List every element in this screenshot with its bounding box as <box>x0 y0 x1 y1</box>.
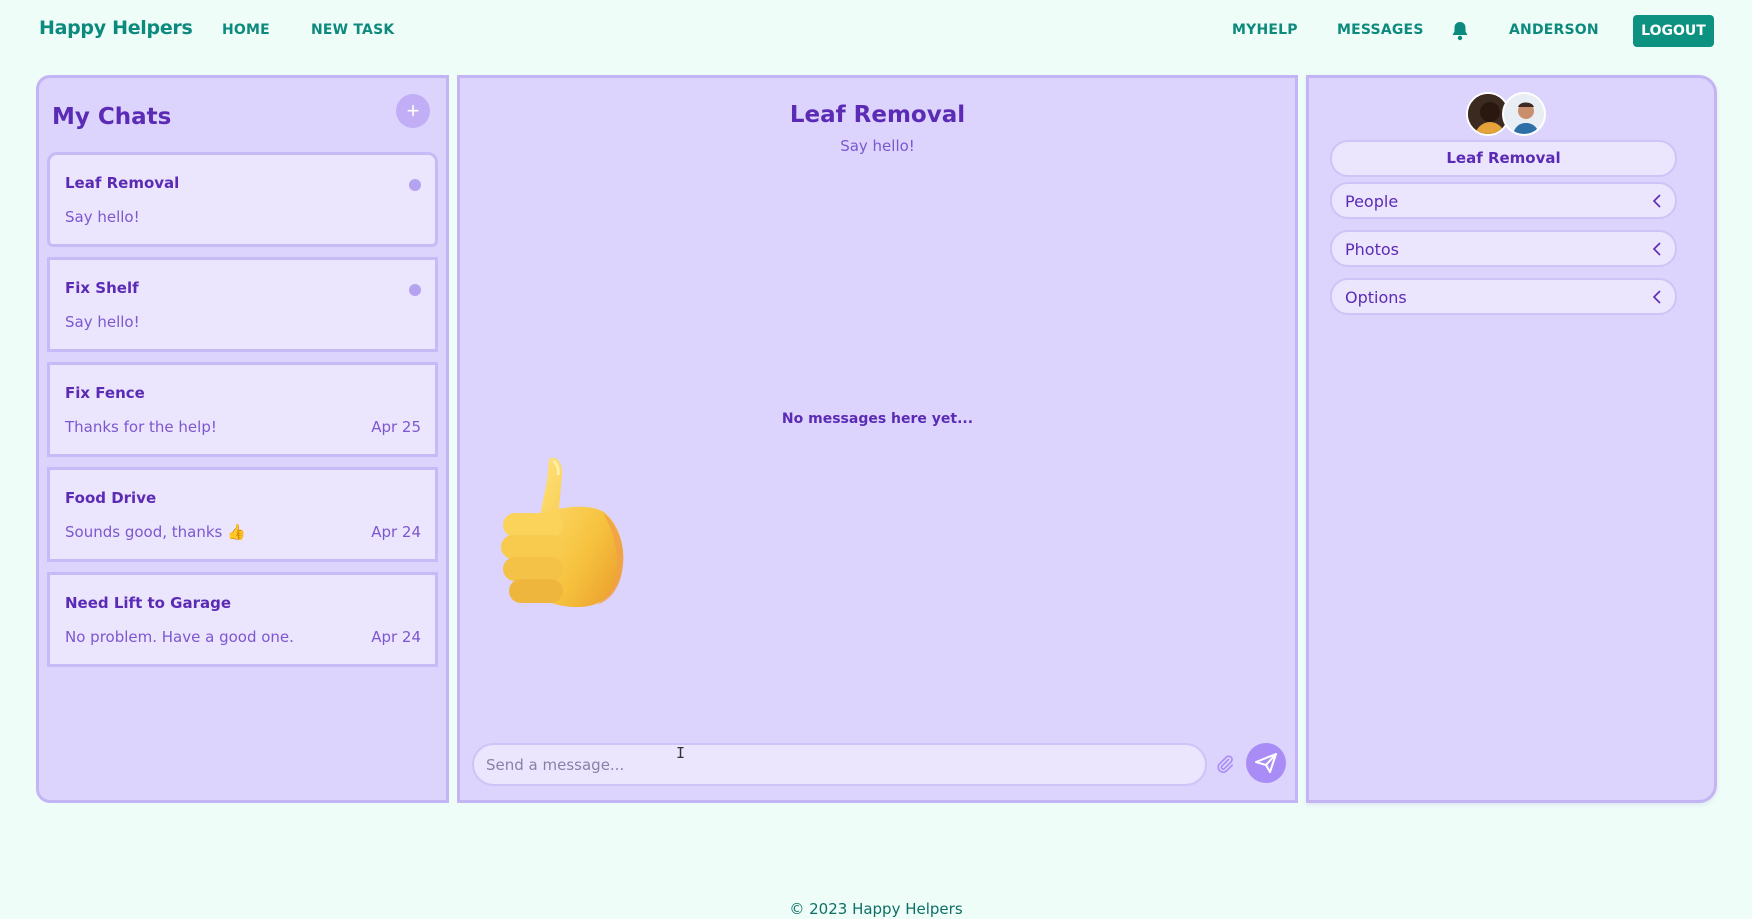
chevron-left-icon <box>1652 290 1661 304</box>
chat-item-need-lift-to-garage[interactable]: Need Lift to Garage No problem. Have a g… <box>47 572 438 667</box>
conversation-title: Leaf Removal <box>789 102 966 128</box>
details-panel: Leaf Removal People Photos Options <box>1306 75 1717 803</box>
chat-name: Food Drive <box>65 489 157 507</box>
chats-panel: My Chats + Leaf Removal Say hello! Fix S… <box>36 75 449 803</box>
nav-myhelp-link[interactable]: MYHELP <box>1232 22 1298 38</box>
avatar <box>1502 92 1546 136</box>
chat-date: Apr 24 <box>371 628 421 646</box>
nav-user-link[interactable]: ANDERSON <box>1509 22 1599 38</box>
chat-preview: Say hello! <box>65 208 140 226</box>
chevron-left-icon <box>1652 242 1661 256</box>
nav-messages-link[interactable]: MESSAGES <box>1337 22 1424 38</box>
chat-preview: Say hello! <box>65 313 140 331</box>
chat-date: Apr 25 <box>371 418 421 436</box>
chat-name: Leaf Removal <box>65 174 180 192</box>
task-title-pill: Leaf Removal <box>1330 140 1677 177</box>
people-section-toggle[interactable]: People <box>1330 182 1677 219</box>
chat-item-leaf-removal[interactable]: Leaf Removal Say hello! <box>47 152 438 247</box>
add-chat-button[interactable]: + <box>396 94 430 128</box>
brand-logo[interactable]: Happy Helpers <box>39 17 193 39</box>
empty-messages-note: No messages here yet... <box>781 411 974 427</box>
chat-item-fix-shelf[interactable]: Fix Shelf Say hello! <box>47 257 438 352</box>
nav-home-link[interactable]: HOME <box>222 22 270 38</box>
logout-button[interactable]: LOGOUT <box>1633 15 1714 47</box>
chat-name: Fix Shelf <box>65 279 139 297</box>
photos-section-toggle[interactable]: Photos <box>1330 230 1677 267</box>
chat-item-fix-fence[interactable]: Fix Fence Thanks for the help! Apr 25 <box>47 362 438 457</box>
chat-preview: Thanks for the help! <box>65 418 217 436</box>
chat-date: Apr 24 <box>371 523 421 541</box>
section-label: People <box>1345 192 1399 211</box>
options-section-toggle[interactable]: Options <box>1330 278 1677 315</box>
conversation-subtitle: Say hello! <box>840 137 915 155</box>
conversation-panel: Leaf Removal Say hello! No messages here… <box>457 75 1298 803</box>
paperclip-icon[interactable] <box>1215 754 1235 774</box>
section-label: Photos <box>1345 240 1399 259</box>
text-cursor-icon: I <box>676 744 686 762</box>
chat-name: Fix Fence <box>65 384 145 402</box>
chat-item-food-drive[interactable]: Food Drive Sounds good, thanks 👍 Apr 24 <box>47 467 438 562</box>
nav-new-task-link[interactable]: NEW TASK <box>311 22 394 38</box>
plus-icon: + <box>406 98 420 123</box>
chat-name: Need Lift to Garage <box>65 594 232 612</box>
my-chats-title: My Chats <box>52 104 172 130</box>
footer-copyright: © 2023 Happy Helpers <box>789 900 963 918</box>
navbar: Happy Helpers HOME NEW TASK MYHELP MESSA… <box>0 0 1752 62</box>
send-button[interactable] <box>1246 743 1286 783</box>
bell-icon[interactable] <box>1451 21 1469 41</box>
chevron-left-icon <box>1652 194 1661 208</box>
message-input[interactable] <box>472 743 1207 786</box>
section-label: Options <box>1345 288 1407 307</box>
chat-preview: No problem. Have a good one. <box>65 628 294 646</box>
unread-dot <box>409 179 421 191</box>
thumbs-up-icon <box>501 457 624 608</box>
send-icon <box>1255 753 1277 773</box>
chat-preview: Sounds good, thanks 👍 <box>65 523 246 541</box>
unread-dot <box>409 284 421 296</box>
